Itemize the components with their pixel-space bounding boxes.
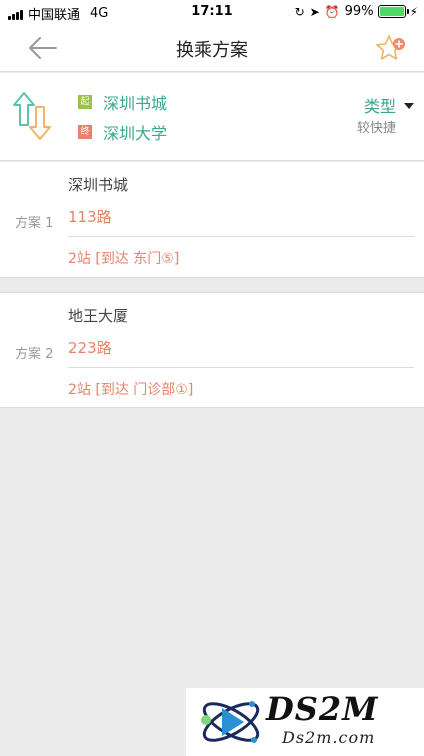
route-type-selector[interactable]: 类型 较快捷 bbox=[340, 93, 414, 137]
atom-logo-icon bbox=[201, 701, 260, 743]
favorite-button[interactable] bbox=[374, 32, 408, 66]
nav-bar: 换乘方案 bbox=[0, 24, 424, 72]
start-name: 深圳书城 bbox=[103, 94, 168, 113]
page-title: 换乘方案 bbox=[176, 40, 248, 61]
battery-percent: 99% bbox=[344, 4, 374, 19]
start-tag: 起 bbox=[78, 95, 92, 109]
plan-boarding-stop: 地王大厦 bbox=[68, 307, 129, 325]
plan-detail: 2站 [到达 东门⑤] bbox=[68, 251, 180, 267]
location-icon: ➤ bbox=[309, 4, 320, 19]
type-label: 类型 bbox=[363, 97, 396, 116]
end-tag: 终 bbox=[78, 125, 92, 139]
plan-index: 方案 2 bbox=[15, 347, 54, 362]
watermark-brand: DS2M bbox=[266, 690, 379, 728]
watermark-url: Ds2m.com bbox=[282, 728, 376, 747]
divider bbox=[68, 367, 414, 368]
divider bbox=[68, 236, 414, 237]
start-location[interactable]: 起 深圳书城 bbox=[78, 90, 167, 114]
swap-arrows-icon bbox=[13, 92, 51, 140]
status-bar: 中国联通 4G 17:11 ↻ ➤ ⏰ 99% ⚡ bbox=[0, 0, 424, 24]
orientation-lock-icon: ↻ bbox=[294, 4, 305, 19]
swap-direction-button[interactable] bbox=[10, 91, 56, 141]
type-value: 较快捷 bbox=[356, 121, 396, 136]
plan-bus-line: 113路 bbox=[68, 208, 112, 226]
route-panel: 起 深圳书城 终 深圳大学 类型 较快捷 bbox=[0, 73, 424, 161]
end-location[interactable]: 终 深圳大学 bbox=[78, 120, 167, 144]
dropdown-caret-icon bbox=[404, 103, 414, 109]
plan-card-1[interactable]: 方案 1 深圳书城 113路 2站 [到达 东门⑤] bbox=[0, 162, 424, 278]
charging-icon: ⚡ bbox=[409, 4, 418, 19]
star-add-icon bbox=[376, 35, 405, 60]
plan-card-2[interactable]: 方案 2 地王大厦 223路 2站 [到达 门诊部①] bbox=[0, 292, 424, 408]
end-name: 深圳大学 bbox=[103, 124, 168, 143]
plan-boarding-stop: 深圳书城 bbox=[68, 176, 129, 194]
plan-detail: 2站 [到达 门诊部①] bbox=[68, 382, 194, 398]
plan-bus-line: 223路 bbox=[68, 339, 112, 357]
battery-icon bbox=[377, 5, 409, 18]
alarm-icon: ⏰ bbox=[324, 4, 340, 19]
watermark: DS2M Ds2m.com bbox=[186, 688, 424, 756]
plan-index: 方案 1 bbox=[15, 216, 54, 231]
status-right: ↻ ➤ ⏰ 99% ⚡ bbox=[295, 4, 418, 19]
